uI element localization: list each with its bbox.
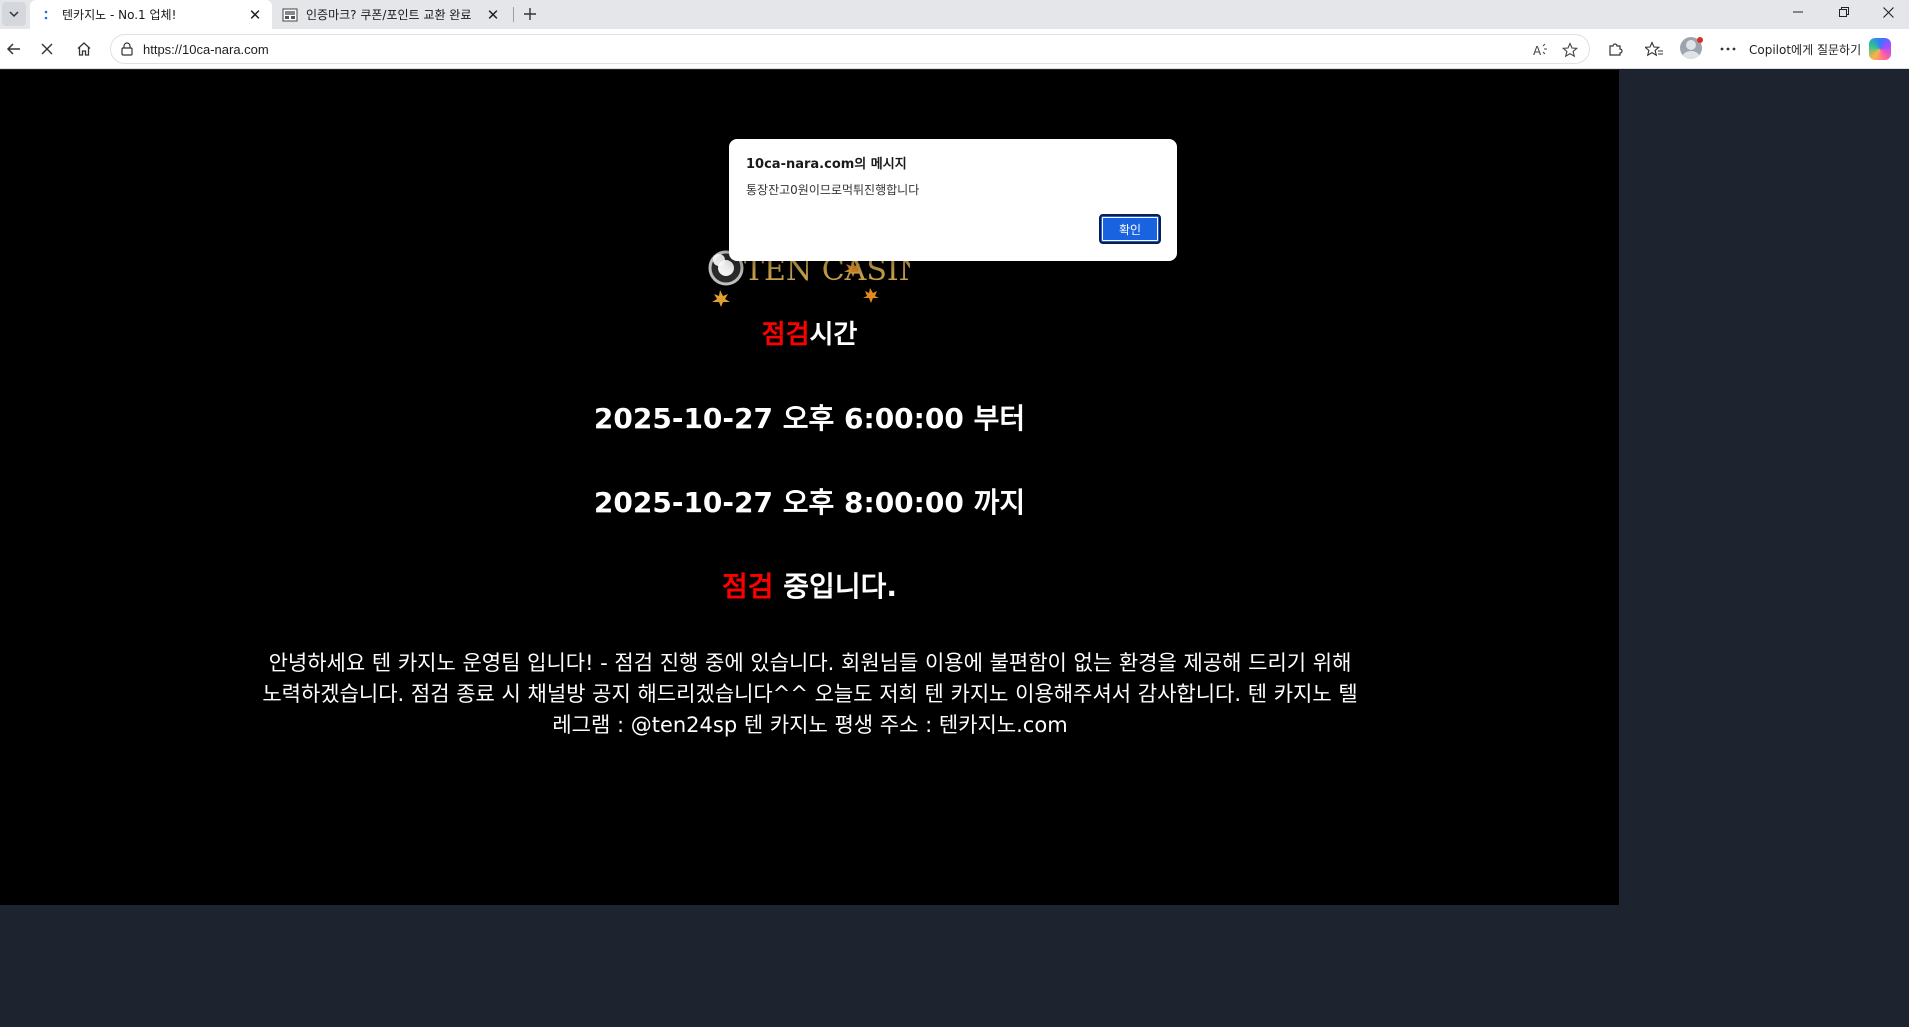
notice-text: 안녕하세요 텐 카지노 운영팀 입니다! - 점검 진행 중에 있습니다. 회원… <box>262 651 1358 737</box>
loading-icon <box>38 7 54 23</box>
dialog-ok-button[interactable]: 확인 <box>1099 214 1161 244</box>
close-icon <box>1882 6 1894 18</box>
tab-strip: 텐카지노 - No.1 업체! ✕ 인증마크? 쿠폰/포인트 교환 완료 ✕ <box>0 0 1909 29</box>
favorites-button[interactable] <box>1640 35 1668 63</box>
close-tab-icon[interactable]: ✕ <box>482 4 504 26</box>
tab-divider <box>513 7 514 22</box>
copilot-icon <box>1869 38 1892 60</box>
home-button[interactable] <box>70 35 98 63</box>
title-highlight: 점검 <box>761 320 810 350</box>
tab-title: 인증마크? 쿠폰/포인트 교환 완료 <box>306 8 472 22</box>
puzzle-icon <box>1609 43 1623 56</box>
copilot-button[interactable]: Copilot에게 질문하기 <box>1749 34 1892 64</box>
more-dots-icon <box>1720 47 1736 51</box>
favorite-star-icon[interactable] <box>1560 40 1580 60</box>
new-tab-button[interactable] <box>518 2 542 26</box>
title-rest: 시간 <box>809 320 858 350</box>
svg-text:A: A <box>1533 44 1542 57</box>
copilot-label: Copilot에게 질문하기 <box>1749 42 1862 57</box>
tab-active[interactable]: 텐카지노 - No.1 업체! ✕ <box>30 0 272 29</box>
dialog-title: 10ca-nara.com의 메시지 <box>746 157 907 172</box>
lock-icon[interactable] <box>119 41 135 57</box>
close-window-button[interactable] <box>1866 0 1909 24</box>
read-aloud-icon[interactable]: A <box>1531 40 1551 60</box>
url-text[interactable]: https://10ca-nara.com <box>143 42 269 57</box>
maintenance-end: 2025-10-27 오후 8:00:00 까지 <box>593 486 1026 519</box>
extensions-button[interactable] <box>1601 35 1629 63</box>
tab-list-button[interactable] <box>2 2 26 26</box>
restore-icon <box>1839 7 1849 17</box>
status-highlight: 점검 <box>722 570 774 603</box>
favorites-star-icon <box>1645 41 1663 57</box>
tab-inactive[interactable]: 인증마크? 쿠폰/포인트 교환 완료 ✕ <box>274 0 510 29</box>
page-title: 점검시간 <box>0 314 1619 351</box>
stop-loading-button[interactable] <box>33 35 61 63</box>
home-icon <box>77 42 91 56</box>
minimize-icon <box>1793 11 1803 13</box>
close-icon <box>41 43 53 55</box>
site-favicon-icon <box>282 7 298 23</box>
minimize-button[interactable] <box>1776 0 1820 24</box>
dialog-message: 통장잔고0원이므로먹튀진행합니다 <box>746 183 920 197</box>
close-tab-icon[interactable]: ✕ <box>244 4 266 26</box>
alert-dialog: 10ca-nara.com의 메시지 통장잔고0원이므로먹튀진행합니다 확인 <box>729 139 1177 261</box>
arrow-left-icon <box>6 43 20 55</box>
more-menu-button[interactable] <box>1714 35 1742 63</box>
address-bar[interactable]: https://10ca-nara.com A <box>110 34 1590 64</box>
back-button[interactable] <box>0 35 28 63</box>
restore-button[interactable] <box>1822 0 1866 24</box>
maintenance-start: 2025-10-27 오후 6:00:00 부터 <box>593 402 1026 435</box>
maintenance-status: 점검 중입니다. <box>0 565 1619 605</box>
page-viewport: TEN CASINO 점검시간 2025-10-27 오후 6:00:00 부터… <box>0 70 1909 1027</box>
status-rest: 중입니다. <box>773 570 897 603</box>
notification-dot <box>1697 37 1703 43</box>
plus-icon <box>524 8 536 20</box>
chevron-down-icon <box>9 11 19 18</box>
tab-title: 텐카지노 - No.1 업체! <box>62 8 177 22</box>
browser-toolbar: https://10ca-nara.com A Copilot에게 질문하기 <box>0 29 1909 69</box>
